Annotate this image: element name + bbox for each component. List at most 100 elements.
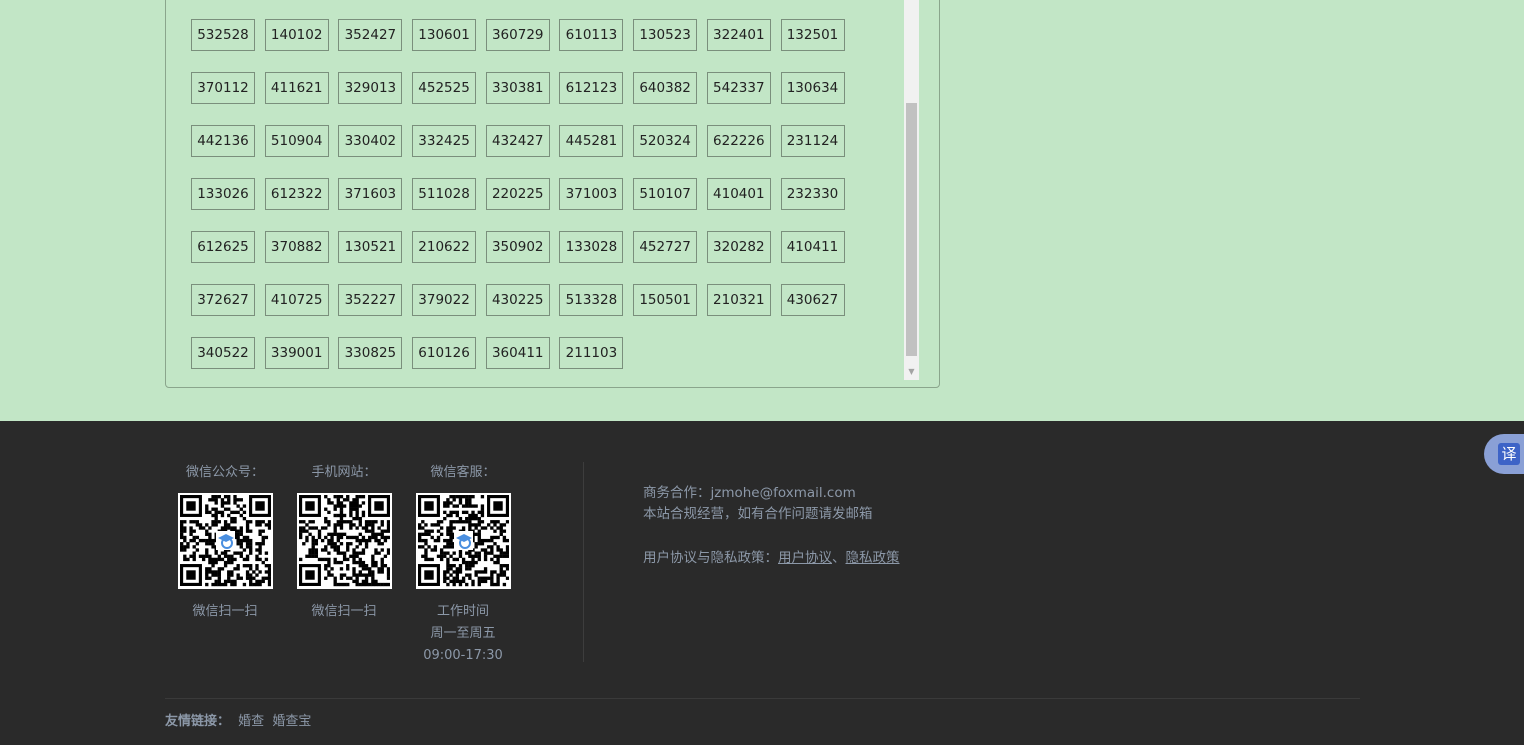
region-code-item[interactable]: 330825 bbox=[338, 337, 403, 369]
region-code-item[interactable]: 379022 bbox=[412, 284, 477, 316]
region-code-item[interactable]: 520324 bbox=[633, 125, 698, 157]
region-code-item[interactable]: 452727 bbox=[633, 231, 698, 263]
region-code-item[interactable]: 130523 bbox=[633, 19, 698, 51]
qr-code-icon bbox=[415, 493, 511, 589]
region-code-item[interactable]: 610113 bbox=[559, 19, 624, 51]
region-code-item[interactable]: 210321 bbox=[706, 284, 771, 316]
qr-title: 微信客服： bbox=[430, 465, 496, 480]
qr-caption-line: 09:00-17:30 bbox=[423, 648, 503, 663]
region-code-item[interactable]: 339001 bbox=[264, 337, 329, 369]
qr-caption: 微信扫一扫 bbox=[294, 601, 394, 623]
region-code-item[interactable]: 130601 bbox=[412, 19, 477, 51]
region-code-item[interactable]: 352227 bbox=[338, 284, 403, 316]
code-row: 612625 370882 130521 210622 350902 133028 4527… bbox=[191, 231, 891, 284]
region-code-item[interactable]: 360411 bbox=[485, 337, 550, 369]
code-row: 340522 339001 330825 610126 360411 211103 bbox=[191, 337, 891, 390]
region-code-item[interactable]: 510107 bbox=[633, 178, 698, 210]
region-code-panel: 532528 140102 352427 130601 360729 610113 1305… bbox=[165, 0, 940, 388]
policy-separator: 、 bbox=[832, 550, 846, 566]
footer-divider bbox=[583, 462, 584, 662]
region-code-item[interactable]: 220225 bbox=[485, 178, 550, 210]
region-code-item[interactable]: 231124 bbox=[780, 125, 845, 157]
policy-prefix: 用户协议与隐私政策： bbox=[643, 550, 778, 566]
user-agreement-link[interactable]: 用户协议 bbox=[778, 550, 832, 566]
friend-links-label: 友情链接： bbox=[165, 714, 231, 729]
region-code-item[interactable]: 372627 bbox=[191, 284, 255, 316]
region-code-item[interactable]: 430225 bbox=[485, 284, 550, 316]
region-code-item[interactable]: 445281 bbox=[559, 125, 624, 157]
region-code-item[interactable]: 130521 bbox=[338, 231, 403, 263]
region-code-item[interactable]: 332425 bbox=[412, 125, 477, 157]
region-code-item[interactable]: 322401 bbox=[706, 19, 771, 51]
region-code-item[interactable]: 610126 bbox=[412, 337, 477, 369]
region-code-item[interactable]: 432427 bbox=[485, 125, 550, 157]
region-code-item[interactable]: 513328 bbox=[559, 284, 624, 316]
translate-icon: 译 bbox=[1498, 443, 1520, 465]
qr-caption: 微信扫一扫 bbox=[175, 601, 275, 623]
business-contact: 商务合作：jzmohe@foxmail.com bbox=[643, 485, 856, 501]
friend-links: 友情链接： 婚查 婚查宝 bbox=[165, 710, 311, 729]
region-code-item[interactable]: 370112 bbox=[191, 72, 255, 104]
region-code-item[interactable]: 410401 bbox=[706, 178, 771, 210]
scroll-thumb[interactable] bbox=[906, 103, 917, 356]
region-code-item[interactable]: 511028 bbox=[412, 178, 477, 210]
code-row: 370112 411621 329013 452525 330381 612123 6403… bbox=[191, 72, 891, 125]
region-code-item[interactable]: 370882 bbox=[264, 231, 329, 263]
region-code-item[interactable]: 430627 bbox=[780, 284, 845, 316]
region-code-item[interactable]: 140102 bbox=[264, 19, 329, 51]
region-code-item[interactable]: 452525 bbox=[412, 72, 477, 104]
code-row: 442136 510904 330402 332425 432427 445281 5203… bbox=[191, 125, 891, 178]
region-code-item[interactable]: 371003 bbox=[559, 178, 624, 210]
qr-caption: 工作时间 周一至周五 09:00-17:30 bbox=[413, 601, 513, 667]
region-code-item[interactable]: 612322 bbox=[264, 178, 329, 210]
qr-caption-line: 周一至周五 bbox=[430, 626, 496, 641]
region-code-item[interactable]: 612625 bbox=[191, 231, 255, 263]
region-code-item[interactable]: 330402 bbox=[338, 125, 403, 157]
qr-code-icon bbox=[296, 493, 392, 589]
friend-link-hunchaa[interactable]: 婚查 bbox=[238, 714, 264, 729]
region-code-item[interactable]: 133026 bbox=[191, 178, 255, 210]
region-code-item[interactable]: 360729 bbox=[485, 19, 550, 51]
policy-line: 用户协议与隐私政策：用户协议、隐私政策 bbox=[643, 548, 900, 569]
region-code-item[interactable]: 532528 bbox=[191, 19, 255, 51]
region-code-item[interactable]: 411621 bbox=[264, 72, 329, 104]
region-code-item[interactable]: 329013 bbox=[338, 72, 403, 104]
scrollbar[interactable]: ▼ bbox=[904, 0, 919, 380]
code-row: 133026 612322 371603 511028 220225 371003 5101… bbox=[191, 178, 891, 231]
qr-customer-service: 微信客服： 工作时间 周一至周五 09:00-17:30 bbox=[413, 463, 513, 667]
region-code-item[interactable]: 132501 bbox=[780, 19, 845, 51]
region-code-item[interactable]: 150501 bbox=[633, 284, 698, 316]
translate-button[interactable]: 译 bbox=[1484, 434, 1524, 474]
region-code-item[interactable]: 210622 bbox=[412, 231, 477, 263]
region-code-item[interactable]: 211103 bbox=[559, 337, 624, 369]
compliance-note: 本站合规经营，如有合作问题请发邮箱 bbox=[643, 506, 873, 522]
friend-link-hunchabao[interactable]: 婚查宝 bbox=[272, 714, 311, 729]
region-code-item[interactable]: 340522 bbox=[191, 337, 255, 369]
content-area: 532528 140102 352427 130601 360729 610113 1305… bbox=[0, 0, 1524, 421]
region-code-item[interactable]: 612123 bbox=[559, 72, 624, 104]
region-code-item[interactable]: 410725 bbox=[264, 284, 329, 316]
region-code-item[interactable]: 542337 bbox=[706, 72, 771, 104]
code-row: 372627 410725 352227 379022 430225 513328 1505… bbox=[191, 284, 891, 337]
qr-title: 微信公众号： bbox=[185, 465, 264, 480]
region-code-item[interactable]: 622226 bbox=[706, 125, 771, 157]
region-code-item[interactable]: 232330 bbox=[780, 178, 845, 210]
scroll-down-arrow-icon[interactable]: ▼ bbox=[904, 366, 919, 378]
region-code-item[interactable]: 410411 bbox=[780, 231, 845, 263]
region-code-item[interactable]: 320282 bbox=[706, 231, 771, 263]
privacy-policy-link[interactable]: 隐私政策 bbox=[846, 550, 900, 566]
region-code-item[interactable]: 442136 bbox=[191, 125, 255, 157]
qr-code-icon bbox=[177, 493, 273, 589]
region-code-item[interactable]: 133028 bbox=[559, 231, 624, 263]
region-code-item[interactable]: 130634 bbox=[780, 72, 845, 104]
region-code-item[interactable]: 640382 bbox=[633, 72, 698, 104]
region-code-item[interactable]: 510904 bbox=[264, 125, 329, 157]
footer: 微信公众号： 微信扫一扫 手机网站： 微信扫一扫 微信客服： 工作时间 周一至周… bbox=[0, 421, 1524, 745]
qr-caption-line: 微信扫一扫 bbox=[192, 604, 258, 619]
region-code-item[interactable]: 352427 bbox=[338, 19, 403, 51]
qr-title: 手机网站： bbox=[311, 465, 377, 480]
region-code-item[interactable]: 371603 bbox=[338, 178, 403, 210]
region-code-item[interactable]: 330381 bbox=[485, 72, 550, 104]
region-code-item[interactable]: 350902 bbox=[485, 231, 550, 263]
footer-hdivider bbox=[165, 698, 1360, 699]
